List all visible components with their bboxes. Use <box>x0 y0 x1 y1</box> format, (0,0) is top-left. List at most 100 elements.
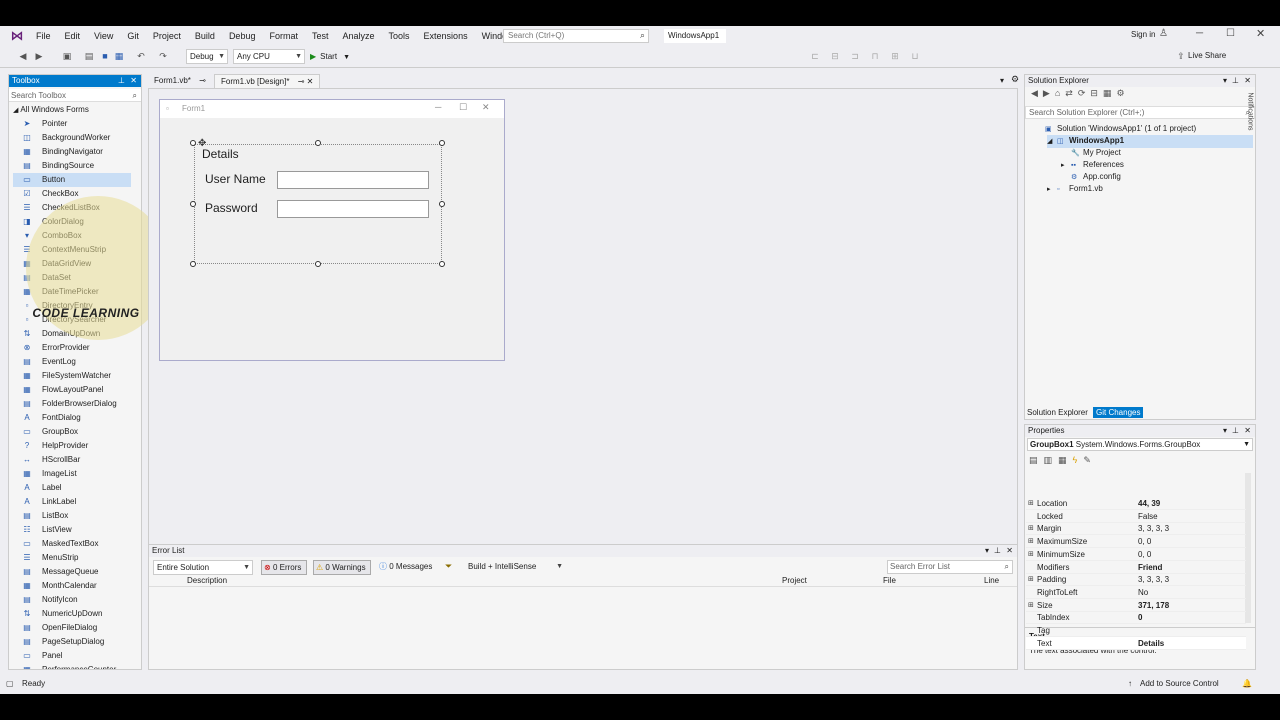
toolbox-item[interactable]: ? HelpProvider <box>13 439 131 453</box>
pin-icon[interactable]: ⊥ <box>994 545 1001 557</box>
open-icon[interactable]: ▤ <box>84 51 94 61</box>
toolbox-item[interactable]: ▭ Button <box>13 173 131 187</box>
username-textbox[interactable] <box>277 171 429 189</box>
back-icon[interactable]: ◀ <box>18 51 28 61</box>
menu-debug[interactable]: Debug <box>223 31 264 41</box>
maximize-button[interactable]: ☐ <box>1226 28 1235 39</box>
property-row[interactable]: Tag <box>1026 624 1246 637</box>
toolbox-item[interactable]: ▦ FileSystemWatcher <box>13 369 131 383</box>
column-line[interactable]: Line <box>984 575 999 587</box>
property-row[interactable]: ⊞ Padding 3, 3, 3, 3 <box>1026 573 1246 587</box>
properties-icon[interactable]: ⚙ <box>1116 88 1129 98</box>
new-project-icon[interactable]: ▣ <box>62 51 72 61</box>
build-filter-dropdown[interactable]: Build + IntelliSense ▼ <box>465 560 565 575</box>
property-value[interactable]: 3, 3, 3, 3 <box>1138 522 1169 535</box>
panel-menu-icon[interactable]: ▾ <box>1223 75 1227 87</box>
solution-tree-node[interactable]: ▸ ▫ Form1.vb <box>1047 183 1103 196</box>
tab-solution-explorer[interactable]: Solution Explorer <box>1027 408 1088 417</box>
menu-git[interactable]: Git <box>121 31 147 41</box>
show-all-files-icon[interactable]: ▦ <box>1103 88 1117 98</box>
toolbox-item[interactable]: ⇅ NumericUpDown <box>13 607 131 621</box>
property-row[interactable]: ⊞ Location 44, 39 <box>1026 497 1246 510</box>
password-textbox[interactable] <box>277 200 429 218</box>
toolbox-item[interactable]: A Label <box>13 481 131 495</box>
menu-extensions[interactable]: Extensions <box>418 31 476 41</box>
property-value[interactable]: 371, 178 <box>1138 599 1169 612</box>
filter-icon[interactable]: ⏷ <box>445 561 452 572</box>
toolbox-item[interactable]: ▦ FlowLayoutPanel <box>13 383 131 397</box>
toolbox-item[interactable]: ▦ ImageList <box>13 467 131 481</box>
tab-overflow-icon[interactable]: ▾ <box>1000 76 1004 85</box>
alphabetical-icon[interactable]: ▥ <box>1044 455 1059 465</box>
groupbox-details[interactable]: Details User Name Password <box>194 144 442 264</box>
property-row[interactable]: Modifiers Friend <box>1026 561 1246 574</box>
toolbox-item[interactable]: ▤ EventLog <box>13 355 131 369</box>
expand-property-icon[interactable]: ⊞ <box>1028 548 1034 561</box>
property-value[interactable]: Details <box>1138 637 1164 650</box>
toolbox-item[interactable]: ➤ Pointer <box>13 117 131 131</box>
undo-icon[interactable]: ↶ <box>136 51 146 61</box>
toolbox-item[interactable]: ▦ MonthCalendar <box>13 579 131 593</box>
toolbox-item[interactable]: ▭ Panel <box>13 649 131 663</box>
panel-menu-icon[interactable]: ▾ <box>1223 425 1227 437</box>
toolbox-item[interactable]: ▤ MessageQueue <box>13 565 131 579</box>
properties-view-icon[interactable]: ▦ <box>1058 455 1073 465</box>
panel-menu-icon[interactable]: ▾ <box>985 545 989 557</box>
toolbox-search-input[interactable]: Search Toolbox ⌕ <box>9 89 141 102</box>
notifications-side-tab[interactable]: Notifications <box>1247 74 1271 154</box>
close-solution-explorer-icon[interactable]: ✕ <box>1244 75 1251 87</box>
toolbox-item[interactable]: ▤ BindingSource <box>13 159 131 173</box>
error-list-search-input[interactable]: Search Error List ⌕ <box>887 560 1013 574</box>
tab-git-changes[interactable]: Git Changes <box>1093 407 1144 418</box>
menu-test[interactable]: Test <box>306 31 337 41</box>
minimize-button[interactable]: ─ <box>1196 28 1203 39</box>
back-icon[interactable]: ◀ <box>1031 88 1043 98</box>
toolbox-item[interactable]: ◫ BackgroundWorker <box>13 131 131 145</box>
search-input[interactable]: Search (Ctrl+Q) <box>508 31 564 40</box>
save-all-icon[interactable]: ▦ <box>114 51 124 61</box>
layout-align-center-icon[interactable]: ⊟ <box>830 51 840 61</box>
expand-arrow-icon[interactable]: ▸ <box>1047 184 1057 196</box>
categorized-icon[interactable]: ▤ <box>1029 455 1044 465</box>
form-window[interactable]: ▫ Form1 ─ ☐ ✕ Details User Name Password <box>159 99 505 361</box>
property-row[interactable]: ⊞ MaximumSize 0, 0 <box>1026 535 1246 549</box>
layout-align-left-icon[interactable]: ⊏ <box>810 51 820 61</box>
move-glyph-icon[interactable]: ✥ <box>198 138 206 149</box>
menu-analyze[interactable]: Analyze <box>337 31 383 41</box>
add-to-source-control-button[interactable]: Add to Source Control <box>1140 677 1219 690</box>
platform-dropdown[interactable]: Any CPU ▼ <box>233 49 305 64</box>
toolbox-item[interactable]: ▤ FolderBrowserDialog <box>13 397 131 411</box>
expand-property-icon[interactable]: ⊞ <box>1028 497 1034 510</box>
document-tab[interactable]: Form1.vb* ⊸ <box>148 74 212 88</box>
notification-bell-icon[interactable]: 🔔 <box>1242 677 1252 690</box>
sync-icon[interactable]: ⇄ <box>1065 88 1078 98</box>
expand-property-icon[interactable]: ⊞ <box>1028 599 1034 612</box>
forward-icon[interactable]: ▶ <box>34 51 44 61</box>
resize-handle-se[interactable] <box>439 261 445 267</box>
errors-filter-button[interactable]: ⊗ 0 Errors <box>261 560 307 575</box>
property-value[interactable]: 0, 0 <box>1138 548 1151 561</box>
solution-search-input[interactable]: Search Solution Explorer (Ctrl+;) ⌕ <box>1025 106 1255 119</box>
property-row[interactable]: Locked False <box>1026 510 1246 523</box>
menu-project[interactable]: Project <box>147 31 189 41</box>
toolbox-item[interactable]: ☷ ListView <box>13 523 131 537</box>
toolbox-item[interactable]: A FontDialog <box>13 411 131 425</box>
menu-file[interactable]: File <box>30 31 59 41</box>
column-file[interactable]: File <box>883 575 896 587</box>
column-project[interactable]: Project <box>782 575 807 587</box>
refresh-icon[interactable]: ⟳ <box>1078 88 1091 98</box>
events-icon[interactable]: ϟ <box>1073 455 1084 465</box>
toolbox-item[interactable]: ☰ MenuStrip <box>13 551 131 565</box>
forward-icon[interactable]: ▶ <box>1043 88 1055 98</box>
layout-align-bottom-icon[interactable]: ⊔ <box>910 51 920 61</box>
toolbox-item[interactable]: ▤ OpenFileDialog <box>13 621 131 635</box>
error-scope-dropdown[interactable]: Entire Solution ▼ <box>153 560 253 575</box>
close-toolbox-icon[interactable]: ✕ <box>130 75 137 87</box>
property-value[interactable]: 44, 39 <box>1138 497 1160 510</box>
live-share-icon[interactable]: ⇪ <box>1176 51 1186 61</box>
menu-edit[interactable]: Edit <box>59 31 89 41</box>
toolbox-item[interactable]: ▤ NotifyIcon <box>13 593 131 607</box>
resize-handle-e[interactable] <box>439 201 445 207</box>
layout-align-middle-icon[interactable]: ⊞ <box>890 51 900 61</box>
toolbox-item[interactable]: ▭ MaskedTextBox <box>13 537 131 551</box>
